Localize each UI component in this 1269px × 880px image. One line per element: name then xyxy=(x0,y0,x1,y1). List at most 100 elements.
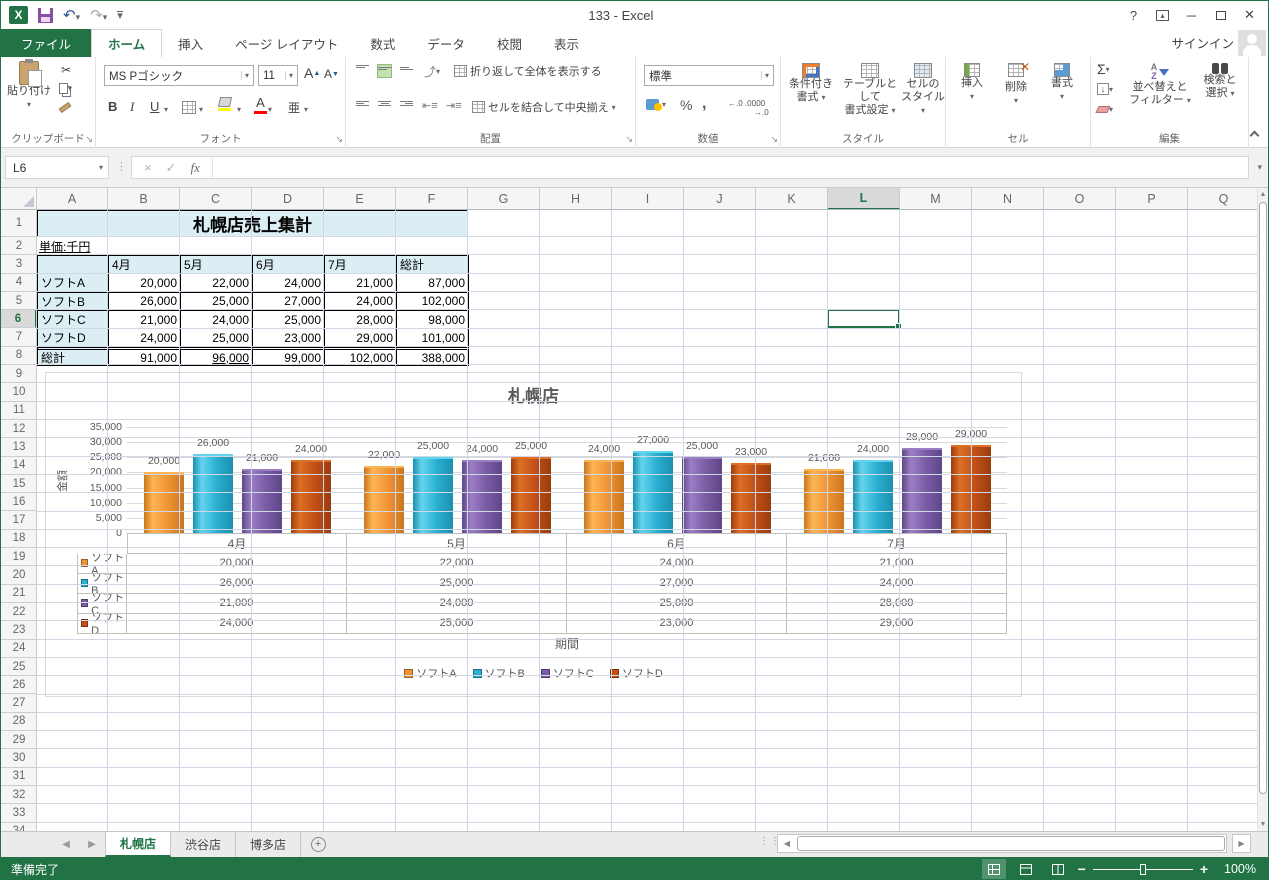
col-header-F[interactable]: F xyxy=(396,188,468,210)
bar-ソフトC-7月[interactable] xyxy=(902,448,942,533)
row-header-19[interactable]: 19 xyxy=(1,548,37,566)
percent-style-icon[interactable]: % xyxy=(680,97,692,113)
name-box-dropdown-icon[interactable]: ▾ xyxy=(94,163,108,172)
tab-review[interactable]: 校閲 xyxy=(481,29,538,57)
value-cell[interactable]: 25,000 xyxy=(181,329,253,347)
table-corner-cell[interactable] xyxy=(38,256,109,274)
row-header-26[interactable]: 26 xyxy=(1,676,37,694)
row-label-cell[interactable]: ソフトD xyxy=(38,329,109,347)
autosum-icon[interactable]: Σ▾ xyxy=(1097,61,1110,77)
col-header-J[interactable]: J xyxy=(684,188,756,210)
tab-insert[interactable]: 挿入 xyxy=(162,29,219,57)
row-header-1[interactable]: 1 xyxy=(1,210,37,237)
row-header-29[interactable]: 29 xyxy=(1,731,37,749)
conditional-formatting-button[interactable]: 条件付き書式 ▾ xyxy=(783,63,839,104)
number-format-select[interactable]: 標準▾ xyxy=(644,65,774,86)
col-header-G[interactable]: G xyxy=(468,188,540,210)
horizontal-scrollbar[interactable]: ◀ xyxy=(777,834,1227,853)
row-header-14[interactable]: 14 xyxy=(1,457,37,475)
bar-ソフトB-7月[interactable] xyxy=(853,460,893,533)
font-dialog-launcher-icon[interactable]: ↘ xyxy=(335,134,343,145)
value-cell[interactable]: 96,000 xyxy=(181,347,253,365)
bar-ソフトA-6月[interactable] xyxy=(584,460,624,533)
zoom-in-icon[interactable]: + xyxy=(1200,861,1208,877)
col-header-N[interactable]: N xyxy=(972,188,1044,210)
shrink-font-icon[interactable]: A▼ xyxy=(324,67,339,81)
undo-button[interactable]: ↶▾ xyxy=(63,6,80,25)
align-bottom-icon[interactable] xyxy=(400,65,413,77)
enter-icon[interactable]: ✓ xyxy=(166,160,177,176)
zoom-out-icon[interactable]: − xyxy=(1078,861,1086,877)
insert-function-icon[interactable]: fx xyxy=(191,160,200,176)
format-painter-icon[interactable] xyxy=(59,105,71,110)
bar-ソフトA-5月[interactable] xyxy=(364,466,404,533)
value-cell[interactable]: 23,000 xyxy=(253,329,325,347)
row-header-15[interactable]: 15 xyxy=(1,475,37,493)
row-header-7[interactable]: 7 xyxy=(1,329,37,347)
decrease-decimal-icon[interactable]: .00 →.0 xyxy=(754,99,780,117)
legend-item-ソフトA[interactable]: ソフトA xyxy=(404,665,456,681)
value-cell[interactable]: 91,000 xyxy=(109,347,181,365)
fill-icon[interactable]: ↓▾ xyxy=(1097,83,1113,95)
row-label-cell[interactable]: 総計 xyxy=(38,347,109,365)
sheet-grid[interactable]: 札幌店売上集計 単価:千円 4月5月6月7月総計ソフトA20,00022,000… xyxy=(37,210,1259,831)
tab-formulas[interactable]: 数式 xyxy=(354,29,411,57)
maximize-icon[interactable] xyxy=(1206,4,1235,26)
row-header-24[interactable]: 24 xyxy=(1,640,37,658)
cell-styles-button[interactable]: セルのスタイル ▾ xyxy=(901,63,945,117)
bar-ソフトC-5月[interactable] xyxy=(462,460,502,533)
vertical-scrollbar[interactable]: ▲ ▼ xyxy=(1257,188,1268,831)
col-header-A[interactable]: A xyxy=(37,188,108,210)
sort-filter-button[interactable]: AZ 並べ替えとフィルター ▾ xyxy=(1129,63,1191,107)
row-header-21[interactable]: 21 xyxy=(1,585,37,603)
wrap-text-button[interactable]: 折り返して全体を表示する xyxy=(454,63,602,79)
tab-file[interactable]: ファイル xyxy=(1,29,91,57)
scroll-right-icon[interactable]: ▶ xyxy=(1232,834,1251,853)
sign-in-link[interactable]: サインイン xyxy=(1171,33,1234,52)
sheet-tab-shibuya[interactable]: 渋谷店 xyxy=(171,832,236,857)
tab-data[interactable]: データ xyxy=(411,29,481,57)
scroll-down-icon[interactable]: ▼ xyxy=(1258,821,1268,828)
value-cell[interactable]: 24,000 xyxy=(109,329,181,347)
ribbon-display-options-icon[interactable]: ▴ xyxy=(1148,4,1177,26)
col-header-B[interactable]: B xyxy=(108,188,180,210)
comma-style-icon[interactable]: , xyxy=(702,95,706,113)
row-label-cell[interactable]: ソフトA xyxy=(38,274,109,292)
page-break-view-button[interactable] xyxy=(1046,859,1070,879)
horizontal-scroll-thumb[interactable] xyxy=(797,836,1225,851)
format-as-table-button[interactable]: テーブルとして書式設定 ▾ xyxy=(839,63,901,117)
row-header-3[interactable]: 3 xyxy=(1,255,37,273)
minimize-icon[interactable]: ─ xyxy=(1177,4,1206,26)
find-select-button[interactable]: 検索と選択 ▾ xyxy=(1195,63,1245,100)
value-cell[interactable]: 102,000 xyxy=(325,347,397,365)
vertical-scroll-thumb[interactable] xyxy=(1259,202,1267,794)
scroll-left-icon[interactable]: ◀ xyxy=(778,839,796,848)
zoom-level[interactable]: 100% xyxy=(1216,862,1256,876)
alignment-dialog-launcher-icon[interactable]: ↘ xyxy=(625,134,633,145)
value-cell[interactable]: 388,000 xyxy=(397,347,469,365)
bold-button[interactable]: B xyxy=(108,99,117,114)
scroll-up-icon[interactable]: ▲ xyxy=(1258,191,1268,198)
row-header-20[interactable]: 20 xyxy=(1,566,37,584)
tab-view[interactable]: 表示 xyxy=(538,29,595,57)
decrease-indent-icon[interactable]: ⇤≡ xyxy=(422,99,438,112)
row-label-cell[interactable]: ソフトB xyxy=(38,293,109,311)
bar-ソフトD-5月[interactable] xyxy=(511,457,551,533)
month-header-cell[interactable]: 総計 xyxy=(397,256,469,274)
sheet-tab-sapporo[interactable]: 札幌店 xyxy=(105,832,171,857)
col-header-P[interactable]: P xyxy=(1116,188,1188,210)
formula-bar[interactable]: × ✓ fx xyxy=(131,156,1249,179)
merge-center-button[interactable]: セルを結合して中央揃え▾ xyxy=(472,99,616,115)
save-icon[interactable] xyxy=(38,8,53,23)
col-header-O[interactable]: O xyxy=(1044,188,1116,210)
bar-ソフトA-4月[interactable] xyxy=(144,472,184,533)
bar-ソフトD-4月[interactable] xyxy=(291,460,331,533)
value-cell[interactable]: 28,000 xyxy=(325,311,397,329)
col-header-M[interactable]: M xyxy=(900,188,972,210)
worksheet-title-cell[interactable]: 札幌店売上集計 xyxy=(37,210,468,237)
cut-icon[interactable]: ✂ xyxy=(61,63,71,77)
clipboard-dialog-launcher-icon[interactable]: ↘ xyxy=(85,134,93,145)
delete-cells-button[interactable]: ✕ 削除▾ xyxy=(996,63,1036,107)
orientation-icon[interactable]: ⤴▾ xyxy=(424,63,440,80)
row-label-cell[interactable]: ソフトC xyxy=(38,311,109,329)
